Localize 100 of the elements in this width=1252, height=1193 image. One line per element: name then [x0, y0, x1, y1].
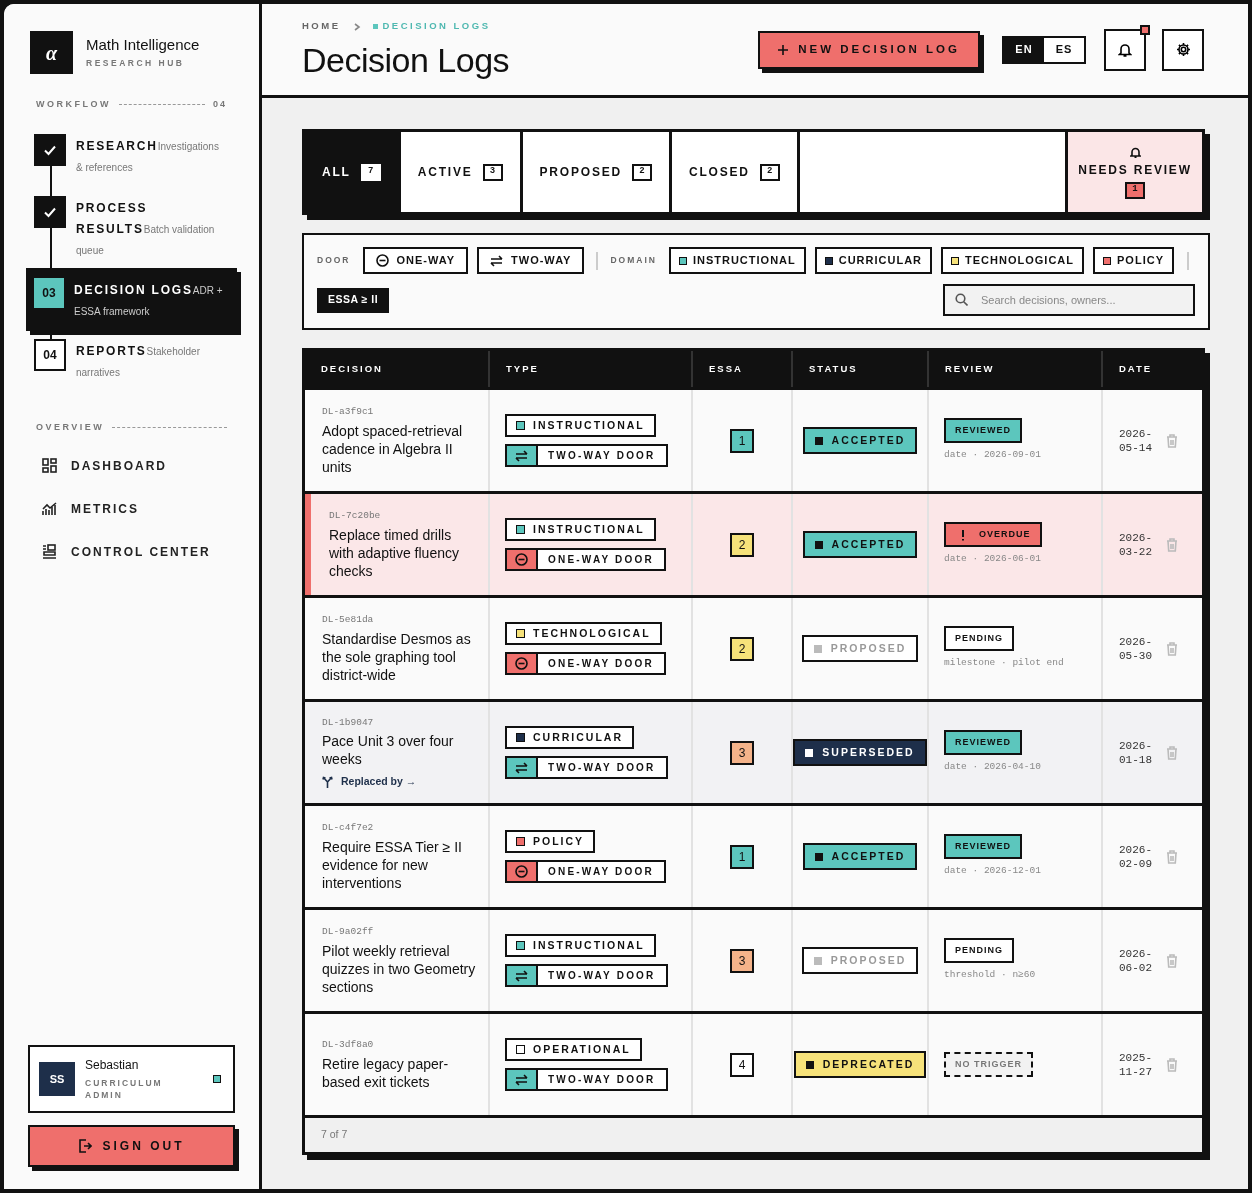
decision-id: DL-9a02ff [322, 925, 375, 940]
essa-level: 3 [730, 948, 754, 973]
domain-tag: INSTRUCTIONAL [505, 934, 656, 957]
review-tag: REVIEWED [944, 418, 1022, 444]
column-header: TYPE [506, 361, 539, 376]
step-label[interactable]: DECISION LOGSADR + ESSA framework [74, 277, 224, 321]
door-tag: ONE-WAY DOOR [505, 548, 666, 571]
branch-icon [322, 775, 333, 788]
door-tag: ONE-WAY DOOR [505, 860, 666, 883]
nav-link[interactable]: DASHBOARD [36, 446, 227, 485]
table-row[interactable]: DL-a3f9c1 Adopt spaced-retrieval cadence in Algebra II units INSTRUCTIONAL TWO-WAY DOOR 1 ACCEPTED REVIEWED date · 2026-09-01 2026-05-14 [305, 390, 1202, 491]
swap-arrows-icon [515, 449, 528, 462]
tab-count: 2 [631, 163, 652, 181]
tab-count: 7 [360, 163, 381, 181]
replaced-by-link[interactable]: Replaced by → [322, 773, 476, 790]
table-row[interactable]: DL-c4f7e2 Require ESSA Tier ≥ II evidence for new interventions POLICY ONE-WAY DOOR 1 ACCEPTED REVIEWED date · 2026-12-01 2026-02-09 [305, 806, 1202, 907]
essa-level: 4 [730, 1052, 754, 1077]
domain-tag: POLICY [505, 830, 596, 853]
settings-button[interactable] [1162, 28, 1204, 71]
circle-minus-icon [515, 553, 528, 566]
filter-tab[interactable]: ALL 7 [305, 132, 401, 212]
step-label[interactable]: REPORTSStakeholder narratives [76, 338, 226, 382]
table-row[interactable]: DL-1b9047 Pace Unit 3 over four weeks Replaced by → CURRICULAR TWO-WAY DOOR 3 SUPERSEDED REVIEWED date · 2026-04-10 2026-01-18 [305, 702, 1202, 803]
bell-icon [1118, 42, 1132, 57]
user-role: CURRICULUM ADMIN [85, 1076, 164, 1102]
status-tag: PROPOSED [801, 947, 919, 974]
tab-label: NEEDS REVIEW [1078, 161, 1192, 179]
decision-title: Require ESSA Tier ≥ II evidence for new interventions [322, 837, 463, 892]
decision-title: Replace timed drills with adaptive fluency checks [329, 525, 460, 580]
filter-tab[interactable]: NEEDS REVIEW 1 [1065, 132, 1202, 212]
status-tag: PROPOSED [801, 635, 919, 662]
review-tag: PENDING [944, 626, 1014, 652]
date-text: 2026-02-09 [1119, 842, 1152, 871]
search-icon [955, 293, 968, 306]
domain-filter-chip[interactable]: INSTRUCTIONAL [668, 247, 806, 274]
decision-title: Pace Unit 3 over four weeks [322, 731, 455, 768]
step-label[interactable]: RESEARCHInvestigations & references [76, 133, 226, 177]
language-option[interactable]: EN [1004, 37, 1044, 62]
review-tag: NO TRIGGER [944, 1052, 1033, 1077]
review-note: milestone · pilot end [944, 656, 1064, 671]
trash-icon[interactable] [1166, 849, 1178, 864]
date-text: 2026-03-22 [1119, 530, 1152, 559]
filter-label: DOOR [317, 254, 351, 267]
review-note: threshold · n≥60 [944, 968, 1036, 983]
trash-icon[interactable] [1166, 953, 1178, 968]
nav-link[interactable]: CONTROL CENTER [36, 532, 227, 571]
console-icon [42, 544, 57, 559]
trash-icon[interactable] [1166, 1057, 1178, 1072]
trash-icon[interactable] [1166, 537, 1178, 552]
table-row[interactable]: DL-7c20be Replace timed drills with adaptive fluency checks INSTRUCTIONAL ONE-WAY DOOR 2 ACCEPTED OVERDUE date · 2026-06-01 2026-03-22 [305, 494, 1202, 595]
circle-minus-icon [375, 254, 389, 267]
date-text: 2026-05-14 [1119, 426, 1152, 455]
door-tag: ONE-WAY DOOR [505, 652, 666, 675]
nav-link[interactable]: METRICS [36, 489, 227, 528]
table-row[interactable]: DL-5e81da Standardise Desmos as the sole graphing tool district-wide TECHNOLOGICAL ONE-WAY DOOR 2 PROPOSED PENDING milestone · pilot end 2026-05-30 [305, 598, 1202, 699]
filter-label: DOMAIN [610, 254, 657, 267]
column-header: DECISION [321, 361, 383, 376]
step-label[interactable]: PROCESS RESULTSBatch validation queue [76, 195, 226, 260]
decision-id: DL-c4f7e2 [322, 821, 375, 836]
review-tag: REVIEWED [944, 834, 1022, 860]
date-text: 2026-06-02 [1119, 946, 1152, 975]
trash-icon[interactable] [1166, 641, 1178, 656]
domain-tag: INSTRUCTIONAL [505, 518, 656, 541]
tab-count: 3 [482, 163, 503, 181]
table-row[interactable]: DL-3df8a0 Retire legacy paper-based exit tickets OPERATIONAL TWO-WAY DOOR 4 DEPRECATED NO TRIGGER 2025-11-27 [305, 1014, 1202, 1115]
trash-icon[interactable] [1166, 433, 1178, 448]
section-count: 04 [213, 98, 227, 111]
breadcrumb-link[interactable]: HOME [302, 19, 341, 34]
domain-tag: CURRICULAR [505, 726, 634, 749]
review-note: date · 2026-06-01 [944, 552, 1041, 567]
status-tag: DEPRECATED [793, 1051, 927, 1078]
essa-filter-chip[interactable]: ESSA ≥ II [317, 287, 390, 313]
table-row[interactable]: DL-9a02ff Pilot weekly retrieval quizzes in two Geometry sections INSTRUCTIONAL TWO-WAY DOOR 3 PROPOSED PENDING threshold · n≥60 2026-06-02 [305, 910, 1202, 1011]
decision-id: DL-a3f9c1 [322, 405, 375, 420]
user-avatar: SS [39, 1061, 75, 1096]
door-tag: TWO-WAY DOOR [505, 444, 668, 467]
exit-icon [78, 1139, 93, 1153]
language-option[interactable]: ES [1044, 37, 1084, 62]
circle-minus-icon [515, 865, 528, 878]
section-label: WORKFLOW [36, 98, 111, 111]
exclamation-icon [961, 528, 965, 541]
domain-filter-chip[interactable]: TECHNOLOGICAL [941, 247, 1084, 274]
essa-level: 1 [730, 428, 754, 453]
essa-level: 2 [730, 636, 754, 661]
status-tag: ACCEPTED [802, 531, 918, 558]
domain-filter-chip[interactable]: POLICY [1093, 247, 1174, 274]
decision-id: DL-5e81da [322, 613, 375, 628]
door-filter-chip[interactable]: ONE-WAY [362, 247, 469, 274]
door-tag: TWO-WAY DOOR [505, 756, 668, 779]
trash-icon[interactable] [1166, 745, 1178, 760]
decision-title: Pilot weekly retrieval quizzes in two Geometry sections [322, 941, 476, 996]
status-tag: SUPERSEDED [793, 739, 927, 766]
tab-label: CLOSED [688, 164, 750, 181]
door-tag: TWO-WAY DOOR [505, 1068, 668, 1091]
swap-arrows-icon [490, 254, 504, 267]
domain-filter-chip[interactable]: CURRICULAR [814, 247, 933, 274]
swap-arrows-icon [515, 761, 528, 774]
user-name: Sebastian [85, 1056, 140, 1074]
door-filter-chip[interactable]: TWO-WAY [477, 247, 585, 274]
search-field[interactable]: Search decisions, owners... [943, 284, 1195, 316]
